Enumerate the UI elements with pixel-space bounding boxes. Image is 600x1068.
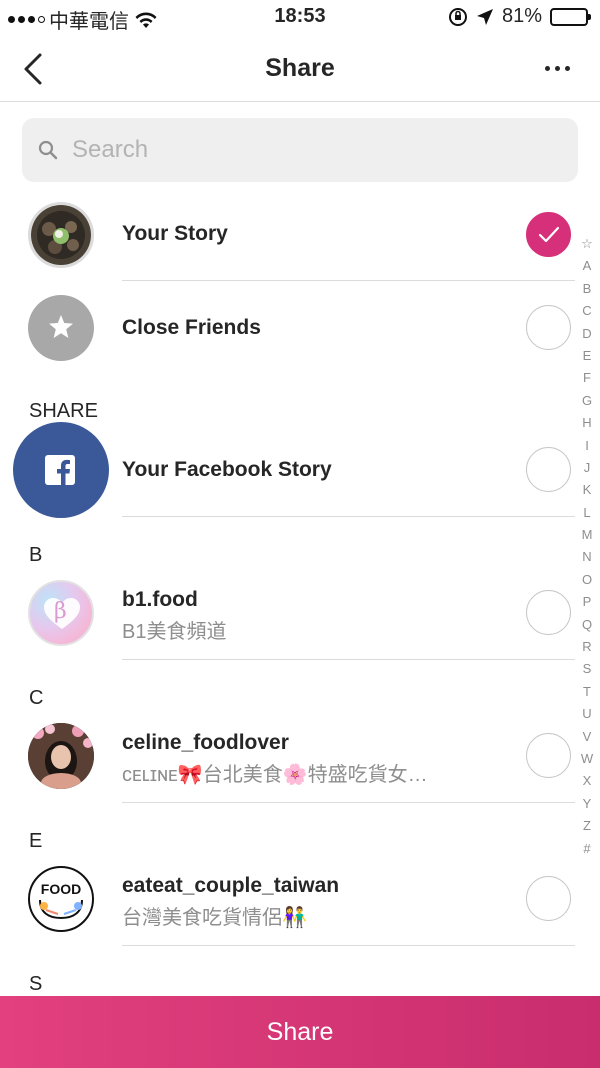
index-letter[interactable]: B xyxy=(583,278,592,300)
display-name: ᴄᴇʟɪɴᴇ🎀台北美食🌸特盛吃貨女… xyxy=(122,764,428,786)
index-letter[interactable]: Q xyxy=(582,614,592,636)
index-letter[interactable]: E xyxy=(583,345,592,367)
section-letter-s: S xyxy=(29,973,43,995)
select-checkbox[interactable] xyxy=(526,590,571,635)
food-photo-thumbnail xyxy=(31,205,91,265)
select-checkbox[interactable] xyxy=(526,733,571,778)
section-letter-b: B xyxy=(29,544,43,566)
facebook-story-label: Your Facebook Story xyxy=(122,458,332,481)
facebook-avatar xyxy=(13,422,109,518)
search-bar[interactable] xyxy=(22,118,578,182)
index-letter[interactable]: C xyxy=(582,300,591,322)
divider xyxy=(122,280,575,281)
username: eateat_couple_taiwan xyxy=(122,874,340,897)
alphabet-index[interactable]: ☆ A B C D E F G H I J K L M N O P Q R S T U V W X Y Z # xyxy=(578,233,596,860)
facebook-story-row[interactable]: Your Facebook Story xyxy=(0,422,575,518)
index-letter[interactable]: # xyxy=(583,838,590,860)
list-item[interactable]: β b1.food B1美食頻道 xyxy=(0,578,575,648)
index-letter[interactable]: X xyxy=(583,770,592,792)
index-letter[interactable]: I xyxy=(585,435,589,457)
index-letter[interactable]: J xyxy=(584,457,591,479)
username: celine_foodlover xyxy=(122,731,289,754)
section-letter-e: E xyxy=(29,830,43,852)
divider xyxy=(122,945,575,946)
index-letter[interactable]: V xyxy=(583,726,592,748)
close-friends-label: Close Friends xyxy=(122,316,261,339)
your-story-checkbox[interactable] xyxy=(526,212,571,257)
search-input[interactable] xyxy=(72,136,532,164)
index-letter[interactable]: G xyxy=(582,390,592,412)
index-letter[interactable]: O xyxy=(582,569,592,591)
index-letter[interactable]: Z xyxy=(583,815,591,837)
index-letter[interactable]: F xyxy=(583,367,591,389)
your-story-row[interactable]: Your Story xyxy=(0,200,575,280)
index-letter[interactable]: P xyxy=(583,591,592,613)
index-letter[interactable]: S xyxy=(583,658,592,680)
profile-photo xyxy=(28,723,94,789)
location-icon xyxy=(476,8,493,25)
index-letter[interactable]: L xyxy=(583,502,590,524)
close-friends-row[interactable]: Close Friends xyxy=(0,295,575,361)
divider xyxy=(122,516,575,517)
eateat-avatar: FOOD xyxy=(28,866,94,932)
search-icon xyxy=(38,140,58,160)
star-icon xyxy=(49,315,73,338)
status-right: 81% xyxy=(448,5,591,28)
index-letter[interactable]: D xyxy=(582,323,591,345)
status-bar: 中華電信 18:53 81% xyxy=(0,0,600,36)
section-letter-c: C xyxy=(29,687,44,709)
display-name: 台灣美食吃貨情侶👫 xyxy=(122,907,307,929)
index-letter[interactable]: Y xyxy=(583,793,592,815)
battery-icon xyxy=(550,7,591,26)
share-button[interactable]: Share xyxy=(0,996,600,1068)
couple-logo xyxy=(39,899,83,920)
index-letter[interactable]: ☆ xyxy=(581,233,593,255)
page-title: Share xyxy=(265,54,335,82)
index-letter[interactable]: U xyxy=(582,703,591,725)
index-letter[interactable]: M xyxy=(582,524,593,546)
b1-logo-letter: β xyxy=(54,599,67,624)
eateat-logo-text: FOOD xyxy=(40,881,82,897)
more-options-icon[interactable] xyxy=(545,66,570,71)
select-checkbox[interactable] xyxy=(526,876,571,921)
index-letter[interactable]: A xyxy=(583,255,592,277)
divider xyxy=(122,659,575,660)
celine-avatar xyxy=(28,723,94,789)
b1-food-avatar: β xyxy=(28,580,94,646)
list-item[interactable]: celine_foodlover ᴄᴇʟɪɴᴇ🎀台北美食🌸特盛吃貨女… xyxy=(0,721,575,791)
facebook-icon xyxy=(45,455,75,485)
display-name: B1美食頻道 xyxy=(122,621,227,643)
index-letter[interactable]: K xyxy=(583,479,592,501)
rotation-lock-icon xyxy=(448,7,467,26)
close-friends-checkbox[interactable] xyxy=(526,305,571,350)
list-item[interactable]: FOOD eateat_couple_taiwan 台灣美食吃貨情侶👫 xyxy=(0,864,575,934)
index-letter[interactable]: N xyxy=(582,546,591,568)
divider xyxy=(122,802,575,803)
index-letter[interactable]: W xyxy=(581,748,593,770)
nav-header: Share xyxy=(0,36,600,102)
index-letter[interactable]: T xyxy=(583,681,591,703)
index-letter[interactable]: H xyxy=(582,412,591,434)
your-story-avatar xyxy=(28,202,94,268)
index-letter[interactable]: R xyxy=(582,636,591,658)
battery-percent: 81% xyxy=(501,5,542,27)
facebook-story-checkbox[interactable] xyxy=(526,447,571,492)
your-story-label: Your Story xyxy=(122,222,228,245)
checkmark-icon xyxy=(538,226,560,243)
username: b1.food xyxy=(122,588,198,611)
share-section-label: SHARE xyxy=(29,400,98,422)
close-friends-avatar xyxy=(28,295,94,361)
